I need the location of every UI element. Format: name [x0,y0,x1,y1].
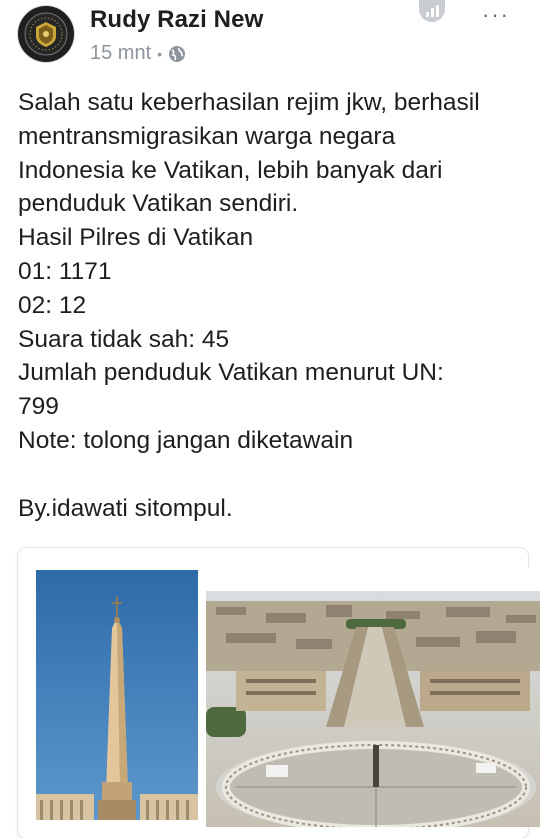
post-meta: 15 mnt • [90,42,186,65]
vatican-aerial-photo[interactable] [206,567,540,827]
post-line: 799 [18,393,59,421]
emblem-icon [24,12,68,56]
post-line: Note: tolong jangan diketawain [18,426,354,454]
post-line: penduduk Vatikan sendiri. [18,190,299,218]
post-line: mentransmigrasikan warga negara [18,122,396,150]
post-line: 01: 1171 [18,257,112,285]
post-signature: By.idawati sitompul. [18,494,233,522]
post-line: Suara tidak sah: 45 [18,325,230,353]
post-time[interactable]: 15 mnt [90,42,151,65]
post-line: 02: 12 [18,291,87,319]
obelisk-photo[interactable] [36,570,198,820]
more-options-icon[interactable]: ··· [482,2,510,28]
post-line: Salah satu keberhasilan rejim jkw, berha… [18,89,480,116]
post-line: Indonesia ke Vatikan, lebih banyak dari [18,156,443,184]
meta-separator: • [157,45,163,62]
globe-icon [168,45,186,63]
post-line: Hasil Pilres di Vatikan [18,224,254,252]
post-body: Salah satu keberhasilan rejim jkw, berha… [18,86,533,525]
post-line: Jumlah penduduk Vatikan menurut UN: [18,359,444,387]
insights-icon[interactable] [419,0,445,22]
author-name[interactable]: Rudy Razi New [90,6,263,34]
author-avatar[interactable] [18,6,74,62]
